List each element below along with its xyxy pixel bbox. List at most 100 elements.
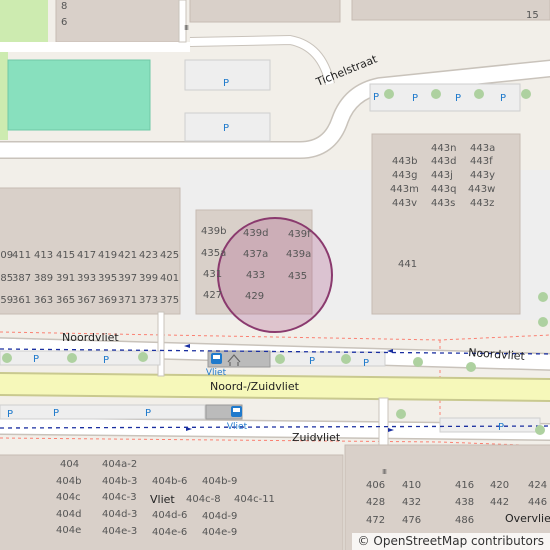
address-label: 476 bbox=[402, 515, 421, 526]
address-label: 410 bbox=[402, 480, 421, 491]
tree-icon bbox=[138, 352, 148, 362]
tree-icon bbox=[538, 317, 548, 327]
building-top-left bbox=[55, 0, 183, 43]
address-label: 373 bbox=[139, 295, 158, 306]
footpath bbox=[178, 0, 187, 43]
parking-icon: P bbox=[309, 356, 315, 367]
address-label: 486 bbox=[455, 515, 474, 526]
address-label: 8 bbox=[61, 1, 67, 12]
parking-icon: P bbox=[455, 93, 461, 104]
tree-icon bbox=[538, 292, 548, 302]
address-label: 404d-6 bbox=[152, 510, 187, 521]
address-label: 446 bbox=[528, 497, 547, 508]
address-label: 6 bbox=[61, 17, 67, 28]
building-top-middle bbox=[189, 0, 341, 23]
openstreetmap-link[interactable]: OpenStreetMap contributors bbox=[373, 534, 544, 548]
street-label-overvliet: Overvliet bbox=[505, 512, 550, 525]
address-label: 395 bbox=[98, 273, 117, 284]
address-label: 443b bbox=[392, 156, 417, 167]
tree-icon bbox=[474, 89, 484, 99]
address-label: 443y bbox=[470, 170, 495, 181]
address-label: 404 bbox=[60, 459, 79, 470]
map[interactable]: P P P P P P P P P P P P P P Vliet Vliet … bbox=[0, 0, 550, 550]
address-label: 439b bbox=[201, 226, 226, 237]
tree-icon bbox=[521, 89, 531, 99]
address-label: 404a-2 bbox=[102, 459, 137, 470]
address-label: 404d bbox=[56, 509, 81, 520]
address-label: 443z bbox=[470, 198, 494, 209]
parking-icon: P bbox=[7, 409, 13, 420]
address-label: 421 bbox=[118, 250, 137, 261]
service-road bbox=[0, 42, 190, 52]
address-label: 439f bbox=[288, 229, 311, 240]
address-label: 404c bbox=[56, 492, 81, 503]
parking-icon: P bbox=[103, 355, 109, 366]
address-label: 433 bbox=[246, 270, 265, 281]
grass-strip bbox=[0, 52, 8, 140]
address-label: 432 bbox=[402, 497, 421, 508]
tree-icon bbox=[396, 409, 406, 419]
address-label: 391 bbox=[56, 273, 75, 284]
building-top-right bbox=[351, 0, 550, 21]
address-label: 404b bbox=[56, 476, 81, 487]
tree-icon bbox=[275, 354, 285, 364]
address-label: 404d-9 bbox=[202, 511, 237, 522]
tree-icon bbox=[535, 425, 545, 435]
bus-stop-icon-window bbox=[213, 355, 220, 359]
parking-icon: P bbox=[33, 354, 39, 365]
address-label: 427 bbox=[203, 290, 222, 301]
left-block-row-3: 359 361 363 365 367 369 371 373 375 bbox=[0, 295, 179, 306]
address-label: 404b-6 bbox=[152, 476, 187, 487]
map-attribution: © OpenStreetMap contributors bbox=[351, 533, 550, 550]
parking-icon: P bbox=[412, 93, 418, 104]
left-block-row-2: 385 387 389 391 393 395 397 399 401 bbox=[0, 273, 179, 284]
address-label: 424 bbox=[528, 480, 547, 491]
street-label-noordvliet: Noordvliet bbox=[62, 331, 119, 344]
address-label: 435 bbox=[288, 271, 307, 282]
street-label-zuidvliet: Zuidvliet bbox=[292, 431, 341, 444]
steps-icon: ≡ bbox=[182, 24, 191, 31]
address-label: 443j bbox=[431, 170, 453, 181]
tree-icon bbox=[384, 89, 394, 99]
parking-icon: P bbox=[223, 123, 229, 134]
parking-strip bbox=[0, 404, 206, 420]
address-label: 443s bbox=[431, 198, 455, 209]
address-label: 375 bbox=[160, 295, 179, 306]
bus-stop-label: Vliet bbox=[206, 368, 227, 378]
address-label: 404c-8 bbox=[186, 494, 221, 505]
address-label: 443n bbox=[431, 143, 456, 154]
address-label: 404e-3 bbox=[102, 526, 137, 537]
parking-icon: P bbox=[53, 408, 59, 419]
address-label: 443q bbox=[431, 184, 456, 195]
address-label: 404c-3 bbox=[102, 492, 137, 503]
address-label: 367 bbox=[77, 295, 96, 306]
address-label: 419 bbox=[98, 250, 117, 261]
address-label: 417 bbox=[77, 250, 96, 261]
address-label: 393 bbox=[77, 273, 96, 284]
address-label: 438 bbox=[455, 497, 474, 508]
left-block-row-1: 409 411 413 415 417 419 421 423 425 bbox=[0, 250, 179, 261]
address-label: 442 bbox=[490, 497, 509, 508]
address-label: 439d bbox=[243, 228, 268, 239]
copyright-symbol: © bbox=[357, 534, 370, 548]
park-area bbox=[0, 0, 48, 44]
map-canvas[interactable]: P P P P P P P P P P P P P P Vliet Vliet … bbox=[0, 0, 550, 550]
address-label: 439a bbox=[286, 249, 311, 260]
highlight-circle bbox=[217, 217, 333, 333]
parking-icon: P bbox=[373, 92, 379, 103]
address-label: 425 bbox=[160, 250, 179, 261]
tree-icon bbox=[67, 353, 77, 363]
address-label: 472 bbox=[366, 515, 385, 526]
parking-icon: P bbox=[500, 93, 506, 104]
address-label: 401 bbox=[160, 273, 179, 284]
address-label: 404b-9 bbox=[202, 476, 237, 487]
tree-icon bbox=[341, 354, 351, 364]
address-label: 415 bbox=[56, 250, 75, 261]
address-label: 371 bbox=[118, 295, 137, 306]
address-label: 404e-9 bbox=[202, 527, 237, 538]
sports-pitch bbox=[7, 59, 151, 131]
address-label: 441 bbox=[398, 259, 417, 270]
address-label: 397 bbox=[118, 273, 137, 284]
address-label: 387 bbox=[12, 273, 31, 284]
tree-icon bbox=[431, 89, 441, 99]
